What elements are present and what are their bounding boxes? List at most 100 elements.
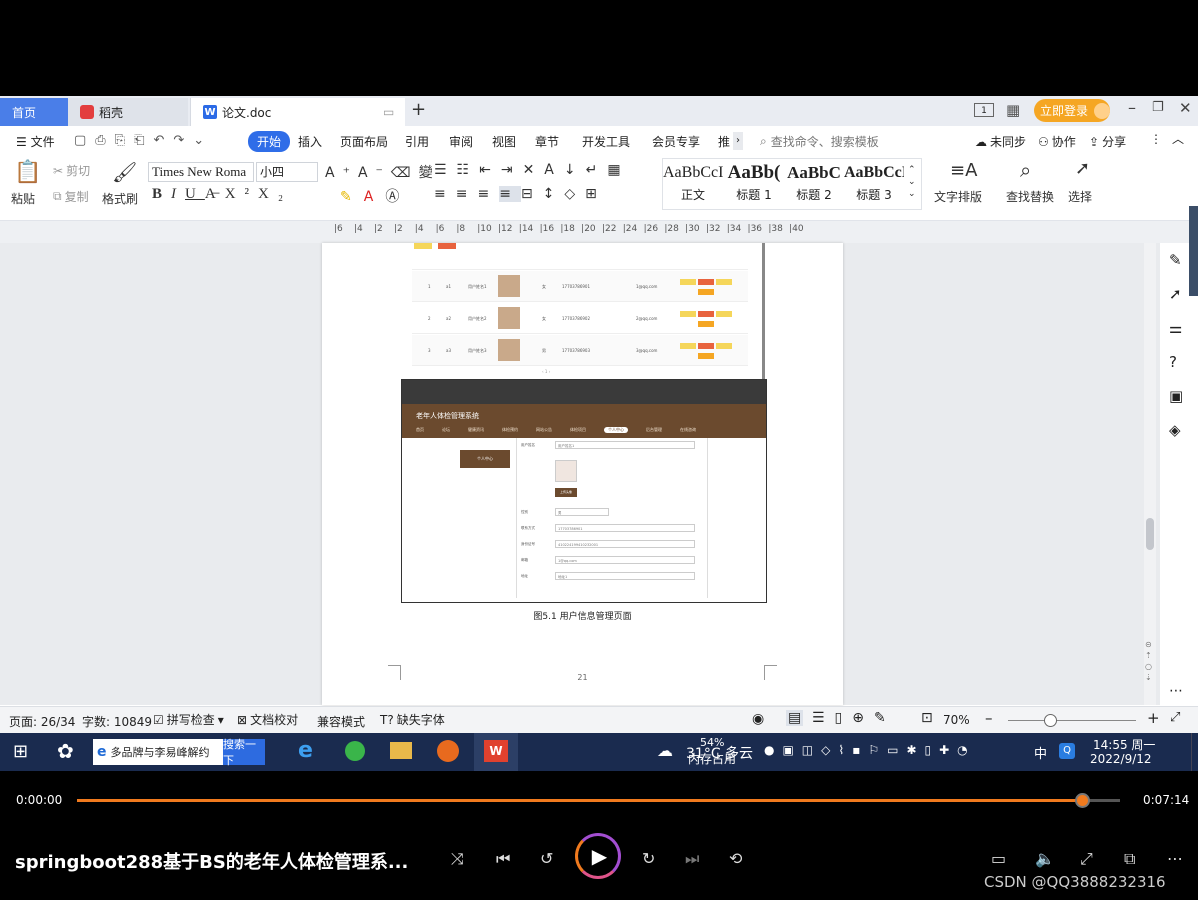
expand-icon[interactable]: ⤢ — [1080, 849, 1093, 869]
style-heading1[interactable]: AaBb(标题 1 — [724, 160, 784, 206]
forward-30-icon[interactable]: ↻ — [642, 849, 655, 868]
zoom-slider[interactable] — [1008, 714, 1136, 727]
eye-icon[interactable]: ◉ — [752, 711, 764, 727]
style-heading3[interactable]: AaBbCcI 标题 3 — [844, 160, 904, 206]
menu-start[interactable]: 开始 — [248, 131, 291, 152]
image-tool-icon[interactable]: ▣ — [1169, 387, 1187, 405]
text-format-icons[interactable]: BIUA̶X²X₂ — [152, 186, 292, 203]
doc-compare-button[interactable]: ⊠ 文档校对 — [237, 711, 298, 728]
grid-apps-icon[interactable]: ▦ — [1006, 101, 1020, 119]
quick-access-icons[interactable]: ▢⎙⎘⎗↶↷⌄ — [74, 133, 213, 148]
help-icon[interactable]: ? — [1169, 353, 1187, 371]
page-nav-icons[interactable]: ⊝ ⇡ ○ ⇣ — [1145, 639, 1152, 683]
find-replace-button[interactable]: 查找替换 — [1006, 188, 1054, 205]
zoom-slider-knob[interactable] — [1044, 714, 1057, 727]
previous-icon[interactable]: ⏮ — [496, 849, 510, 869]
taskbar-wps-item[interactable]: W — [474, 733, 518, 771]
spellcheck-button[interactable]: ☑ 拼写检查 ▾ — [153, 711, 224, 728]
zoom-in-icon[interactable]: + — [1147, 709, 1160, 727]
clock-date[interactable]: 2022/9/12 — [1090, 752, 1152, 766]
menu-more-icon[interactable]: › — [733, 132, 743, 150]
new-tab-icon[interactable]: + — [411, 99, 426, 120]
monitor-icon[interactable]: ▭ — [383, 105, 394, 119]
share-button[interactable]: ⇪ 分享 — [1089, 133, 1126, 150]
reading-layout-icon[interactable]: 1 — [974, 103, 994, 117]
tab-home[interactable]: 首页 — [0, 98, 68, 126]
document-page[interactable]: 1 a1 用户姓名1 女 17703786901 1@qq.com 2 a2 用户姓名2 女 177… — [322, 243, 843, 778]
ruler[interactable]: |6 |4 |2 |2 |4 |6 |8 |10 |12 |14 |16 |18 |20 |22 |24 |2… — [0, 221, 1198, 243]
zoom-out-icon[interactable]: – — [985, 709, 993, 727]
repeat-icon[interactable]: ⟲ — [729, 849, 742, 868]
ime-indicator[interactable]: 中 — [1034, 743, 1047, 762]
app-swirl-icon[interactable]: ✿ — [57, 739, 74, 763]
next-icon[interactable]: ⏭ — [685, 849, 699, 869]
more-options-icon[interactable]: ⋯ — [1167, 849, 1183, 868]
list-tools-icons[interactable]: ☰☷⇤⇥✕A↓↵▦ — [434, 162, 631, 178]
paste-icon[interactable]: 📋 — [14, 160, 41, 185]
collapse-ribbon-icon[interactable]: ︿ — [1172, 130, 1184, 147]
fullscreen-icon[interactable]: ⤢ — [1170, 710, 1180, 725]
command-search[interactable]: ⌕ 查找命令、搜索模板 — [760, 133, 879, 150]
minimize-icon[interactable]: – — [1128, 98, 1136, 117]
pointer-icon[interactable]: ➚ — [1169, 285, 1187, 303]
menu-insert[interactable]: 插入 — [292, 131, 328, 152]
menu-member[interactable]: 会员专享 — [646, 131, 706, 152]
clock-time[interactable]: 14:55 周一 — [1093, 736, 1155, 753]
fit-page-icon[interactable]: ⊡ — [921, 710, 933, 726]
text-layout-button[interactable]: 文字排版 — [934, 188, 982, 205]
vertical-scrollbar[interactable]: ⊝ ⇡ ○ ⇣ — [1144, 243, 1156, 705]
paste-button[interactable]: 粘贴 — [11, 190, 35, 207]
menu-page-layout[interactable]: 页面布局 — [334, 131, 394, 152]
document-area[interactable]: 1 a1 用户姓名1 女 17703786901 1@qq.com 2 a2 用户姓名2 女 177… — [0, 243, 1160, 778]
align-tools-icons[interactable]: ≡≡≡≡⊟↕◇⊞ — [434, 186, 607, 202]
format-painter-button[interactable]: 格式刷 — [102, 190, 138, 207]
close-icon[interactable]: ✕ — [1179, 99, 1192, 117]
taskbar-search-box[interactable]: e 多品牌与李易峰解约 搜索一下 — [93, 738, 265, 767]
side-drawer-handle[interactable] — [1189, 206, 1198, 296]
captions-icon[interactable]: ▭ — [991, 849, 1006, 868]
pen-icon[interactable]: ✎ — [1169, 251, 1187, 269]
sliders-icon[interactable]: ⚌ — [1169, 319, 1187, 337]
windows-start-icon[interactable]: ⊞ — [13, 741, 28, 762]
style-scroll-icon[interactable]: ⌃ ⌄ ⌄ — [908, 164, 916, 200]
more-dots-icon[interactable]: ⋯ — [1169, 683, 1187, 701]
scroll-thumb[interactable] — [1146, 518, 1154, 550]
collab-button[interactable]: ⚇ 协作 — [1038, 133, 1076, 150]
tray-icons[interactable]: ●▣◫◇⌇▪⚐▭✱▯✚◔ — [764, 743, 976, 757]
menu-file[interactable]: ☰ 文件 — [10, 131, 61, 152]
menu-review[interactable]: 审阅 — [443, 131, 479, 152]
font-name-select[interactable]: Times New Roma — [148, 162, 254, 182]
menu-reference[interactable]: 引用 — [399, 131, 435, 152]
page-view-icon[interactable]: ▤ — [786, 710, 804, 726]
tab-document[interactable]: W 论文.doc ▭ — [190, 98, 405, 126]
menu-devtools[interactable]: 开发工具 — [576, 131, 636, 152]
more-icon[interactable]: ⋮ — [1150, 132, 1162, 146]
style-normal[interactable]: AaBbCcI 正文 — [663, 160, 723, 206]
media-player-icon[interactable] — [437, 740, 459, 762]
missing-fonts-button[interactable]: T? 缺失字体 — [380, 711, 445, 728]
font-size-select[interactable]: 小四 — [256, 162, 318, 182]
sync-status[interactable]: ☁ 未同步 — [975, 133, 1026, 150]
tab-daoke[interactable]: 稻壳 — [68, 98, 188, 126]
taskbar-search-button[interactable]: 搜索一下 — [223, 738, 265, 767]
color-tools-icons[interactable]: ✎AⒶ — [340, 186, 411, 206]
shuffle-icon[interactable]: ⤨ — [451, 849, 464, 869]
font-tools-icons[interactable]: A⁺A⁻⌫變 — [325, 162, 441, 182]
360-browser-icon[interactable] — [345, 741, 365, 761]
login-button[interactable]: 立即登录 — [1034, 99, 1110, 122]
copy-button[interactable]: ⧉ 复制 — [53, 188, 89, 205]
cut-button[interactable]: ✂ 剪切 — [53, 162, 90, 179]
compass-icon[interactable]: ◈ — [1169, 421, 1187, 439]
volume-icon[interactable]: 🔈 — [1035, 849, 1055, 868]
view-mode-icons[interactable]: ☰▯⊕✎ — [812, 710, 896, 726]
file-explorer-icon[interactable] — [390, 742, 412, 759]
page-indicator[interactable]: 页面: 26/34 — [9, 713, 75, 730]
progress-knob[interactable] — [1075, 793, 1091, 808]
menu-chapter[interactable]: 章节 — [529, 131, 565, 152]
restore-icon[interactable]: ❐ — [1152, 100, 1164, 115]
play-button[interactable]: ▶ — [575, 833, 621, 879]
select-button[interactable]: 选择 — [1068, 188, 1092, 205]
show-desktop-button[interactable] — [1191, 733, 1198, 771]
miniplayer-icon[interactable]: ⧉ — [1124, 849, 1135, 869]
style-heading2[interactable]: AaBbC 标题 2 — [784, 160, 844, 206]
